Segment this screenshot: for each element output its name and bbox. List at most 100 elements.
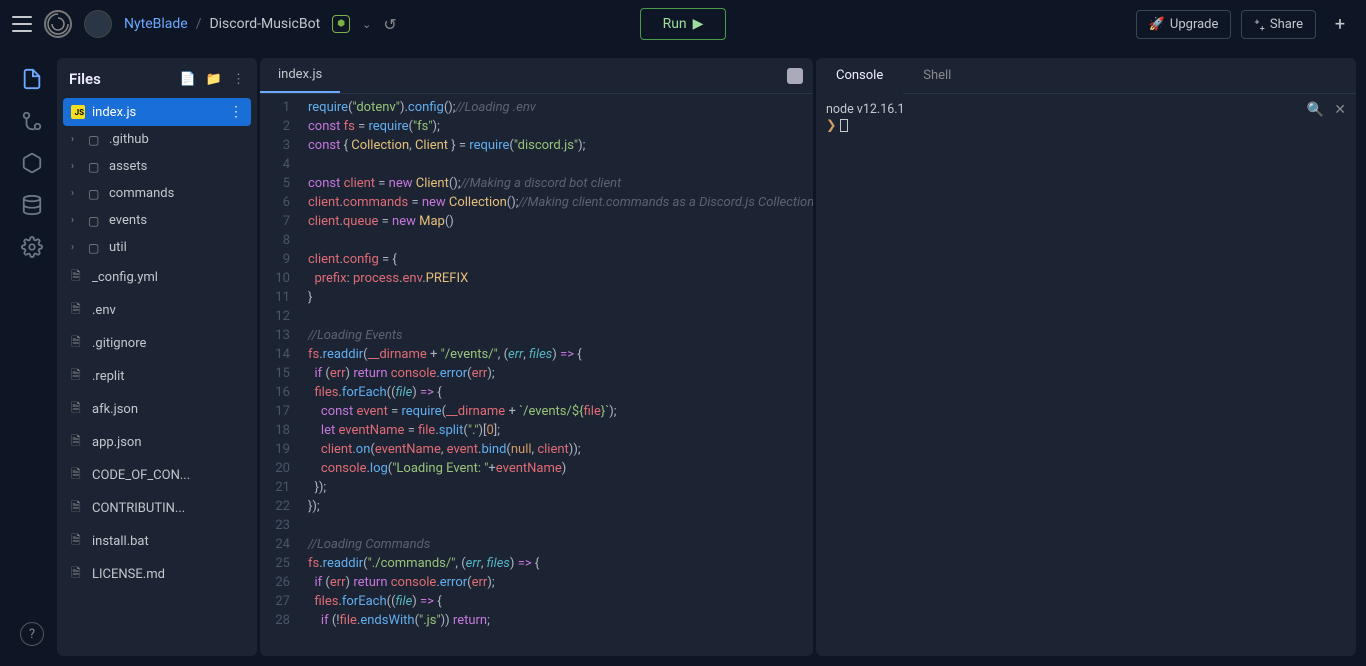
close-icon[interactable]: ✕ (1334, 102, 1346, 118)
left-rail: ? (10, 58, 54, 656)
file-name: CONTRIBUTIN... (92, 501, 185, 516)
run-button[interactable]: Run ▶ (640, 8, 727, 40)
file-icon: 🗎 (71, 300, 85, 321)
breadcrumb-user[interactable]: NyteBlade (124, 16, 188, 32)
file-item[interactable]: 🗎install.bat (63, 525, 251, 558)
new-file-icon[interactable]: 📄 (180, 72, 196, 87)
settings-rail-icon[interactable] (21, 236, 43, 258)
console-tabs: Console Shell (816, 58, 1356, 94)
run-label: Run (663, 16, 687, 32)
file-tree: JSindex.js⋮›▢.github›▢assets›▢commands›▢… (57, 98, 257, 656)
file-item[interactable]: JS index.js ⋮ (63, 98, 251, 126)
folder-icon: ▢ (88, 187, 102, 201)
packages-rail-icon[interactable] (21, 152, 43, 174)
file-icon: 🗎 (71, 465, 85, 486)
file-name: .env (92, 303, 116, 318)
chevron-right-icon: › (71, 134, 81, 145)
chevron-right-icon: › (71, 242, 81, 253)
language-badge-icon[interactable]: ⬢ (332, 15, 350, 33)
file-name: afk.json (92, 402, 138, 417)
editor-tabs: index.js (260, 58, 813, 94)
file-icon: 🗎 (71, 498, 85, 519)
file-item[interactable]: 🗎 .replit (63, 360, 251, 393)
file-item[interactable]: 🗎 CONTRIBUTIN... (63, 492, 251, 525)
file-item[interactable]: 🗎afk.json (63, 393, 251, 426)
files-panel: Files 📄 📁 ⋮ JSindex.js⋮›▢.github›▢assets… (57, 58, 257, 656)
rocket-icon: 🚀 (1149, 17, 1165, 32)
file-name: LICENSE.md (92, 567, 165, 582)
file-icon: 🗎 (71, 432, 85, 453)
breadcrumb-separator: / (196, 16, 202, 32)
upgrade-label: Upgrade (1170, 17, 1218, 32)
share-label: Share (1270, 17, 1303, 32)
new-folder-icon[interactable]: 📁 (206, 72, 222, 87)
file-item[interactable]: 🗎 .gitignore (63, 327, 251, 360)
more-icon[interactable]: ⋮ (232, 72, 245, 87)
file-name: install.bat (92, 534, 149, 549)
add-button[interactable]: + (1326, 10, 1354, 38)
chevron-right-icon: › (71, 161, 81, 172)
play-icon: ▶ (693, 16, 704, 32)
files-rail-icon[interactable] (21, 68, 43, 90)
version-control-rail-icon[interactable] (21, 110, 43, 132)
editor-panel: index.js 1234567891011121314151617181920… (260, 58, 813, 656)
share-button[interactable]: ⁺₊ Share (1241, 10, 1316, 39)
file-name: app.json (92, 435, 142, 450)
code-area[interactable]: require("dotenv").config();//Loading .en… (300, 94, 813, 656)
database-rail-icon[interactable] (21, 194, 43, 216)
console-tab[interactable]: Console (816, 59, 903, 94)
file-name: CODE_OF_CON... (92, 468, 190, 483)
console-panel: Console Shell 🔍 ✕ node v12.16.1 ❯ (816, 58, 1356, 656)
shell-tab[interactable]: Shell (903, 58, 971, 93)
console-cursor (840, 119, 848, 132)
folder-icon: ▢ (88, 133, 102, 147)
file-item[interactable]: › ▢ .github (63, 126, 251, 153)
file-name: index.js (92, 105, 136, 120)
file-name: .github (109, 132, 149, 147)
header: NyteBlade / Discord-MusicBot ⬢ ⌄ ↺ Run▶ … (0, 0, 1366, 48)
file-name: commands (109, 186, 174, 201)
file-item[interactable]: › ▢ util (63, 234, 251, 261)
folder-icon: ▢ (88, 241, 102, 255)
help-icon[interactable]: ? (20, 622, 44, 646)
file-name: _config.yml (92, 270, 158, 285)
console-prompt: ❯ (826, 118, 836, 133)
chevron-down-icon[interactable]: ⌄ (362, 18, 371, 31)
menu-icon[interactable] (12, 16, 32, 32)
folder-icon: ▢ (88, 214, 102, 228)
history-icon[interactable]: ↺ (383, 15, 396, 34)
file-icon: 🗎 (71, 366, 85, 387)
file-item[interactable]: › ▢ commands (63, 180, 251, 207)
file-item[interactable]: 🗎 LICENSE.md (63, 558, 251, 591)
stop-indicator-icon[interactable] (787, 68, 803, 84)
folder-icon: ▢ (88, 160, 102, 174)
file-item[interactable]: 🗎 _config.yml (63, 261, 251, 294)
share-icon: ⁺₊ (1254, 17, 1264, 32)
console-body[interactable]: 🔍 ✕ node v12.16.1 ❯ (816, 94, 1356, 656)
file-item[interactable]: 🗎 .env (63, 294, 251, 327)
search-icon[interactable]: 🔍 (1307, 102, 1324, 118)
breadcrumb-repo[interactable]: Discord-MusicBot (209, 16, 320, 32)
upgrade-button[interactable]: 🚀 Upgrade (1136, 10, 1232, 39)
file-icon: 🗎 (71, 564, 85, 585)
user-avatar[interactable] (84, 10, 112, 38)
chevron-right-icon: › (71, 188, 81, 199)
file-name: events (109, 213, 147, 228)
breadcrumb: NyteBlade / Discord-MusicBot (124, 16, 320, 32)
file-item[interactable]: ›▢assets (63, 153, 251, 180)
replit-logo-icon[interactable] (44, 10, 72, 38)
file-name: .gitignore (92, 336, 146, 351)
console-output: node v12.16.1 (826, 102, 1346, 117)
file-name: .replit (92, 369, 124, 384)
file-icon: 🗎 (71, 333, 85, 354)
file-item[interactable]: ›▢events (63, 207, 251, 234)
file-item[interactable]: 🗎 CODE_OF_CON... (63, 459, 251, 492)
file-name: util (109, 240, 127, 255)
file-more-icon[interactable]: ⋮ (229, 104, 243, 120)
file-item[interactable]: 🗎 app.json (63, 426, 251, 459)
js-file-icon: JS (71, 105, 85, 119)
files-title: Files (69, 70, 101, 88)
file-icon: 🗎 (71, 267, 85, 288)
editor-tab-active[interactable]: index.js (260, 58, 340, 93)
editor-body[interactable]: 1234567891011121314151617181920212223242… (260, 94, 813, 656)
